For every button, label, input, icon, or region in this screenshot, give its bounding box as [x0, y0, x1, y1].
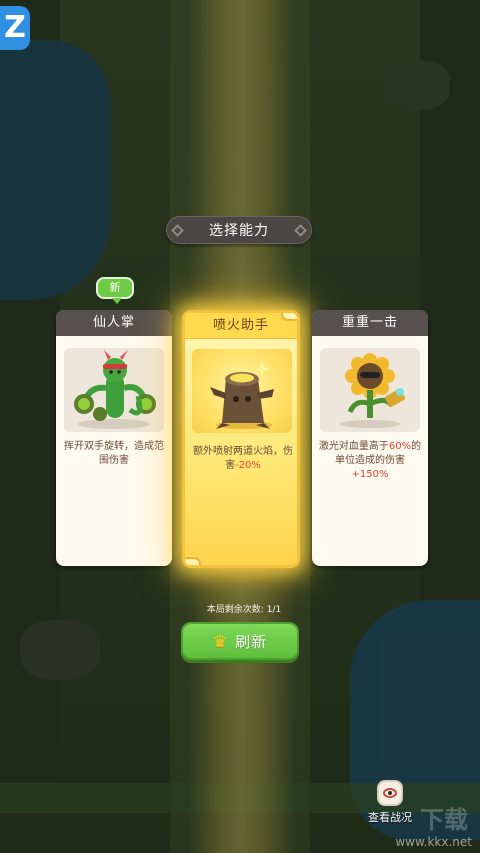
watermark-logo: 下载 — [420, 806, 468, 834]
tree-stump-icon — [192, 349, 292, 433]
card-description: 挥开双手旋转，造成范围伤害 — [64, 441, 164, 466]
card-title: 重重一击 — [312, 310, 428, 336]
view-battle-label: 查看战况 — [368, 811, 412, 824]
remaining-label: 本局剩余次数: — [206, 605, 264, 615]
remaining-count: 本局剩余次数: 1/1 — [196, 602, 292, 615]
crown-icon: ♛ — [212, 631, 228, 651]
cactus-fighter-icon — [64, 348, 164, 432]
desc-highlight: -20% — [235, 460, 261, 471]
gold-corner-ornament-icon — [185, 557, 201, 565]
desc-highlight: +150% — [351, 469, 389, 480]
refresh-button[interactable]: ♛ 刷新 — [181, 622, 299, 660]
title-ornament-right-icon — [294, 224, 307, 237]
ability-select-title: 选择能力 — [166, 216, 312, 244]
gold-corner-ornament-icon — [281, 313, 297, 321]
title-ornament-left-icon — [171, 224, 184, 237]
title-text: 选择能力 — [209, 223, 269, 239]
watermark-url: www.kkx.net — [395, 835, 472, 849]
ability-card-cactus[interactable]: 仙人掌 挥开双手旋转，造成范围伤害 — [56, 310, 172, 566]
card-title: 喷火助手 — [185, 313, 297, 339]
ability-card-heavy-strike[interactable]: 重重一击 激光对血量高于60%的单位造成的伤害+150% — [312, 310, 428, 566]
new-badge: 新 — [96, 277, 134, 304]
eye-icon — [377, 780, 403, 806]
card-description: 激光对血量高于60%的单位造成的伤害+150% — [318, 440, 422, 482]
card-description: 额外喷射两道火焰，伤害-20% — [191, 445, 295, 473]
sunflower-laser-icon — [320, 348, 420, 432]
refresh-label: 刷新 — [235, 632, 268, 651]
desc-text: 激光对血量高于 — [318, 441, 389, 452]
app-logo: Z — [0, 6, 30, 50]
desc-highlight: 60% — [388, 441, 412, 452]
card-title: 仙人掌 — [56, 310, 172, 336]
view-battle-button[interactable]: 查看战况 — [364, 780, 416, 826]
ability-card-flame-helper[interactable]: 喷火助手 额外喷射两道火焰，伤害-20% — [182, 310, 300, 568]
remaining-value: 1/1 — [266, 605, 282, 615]
